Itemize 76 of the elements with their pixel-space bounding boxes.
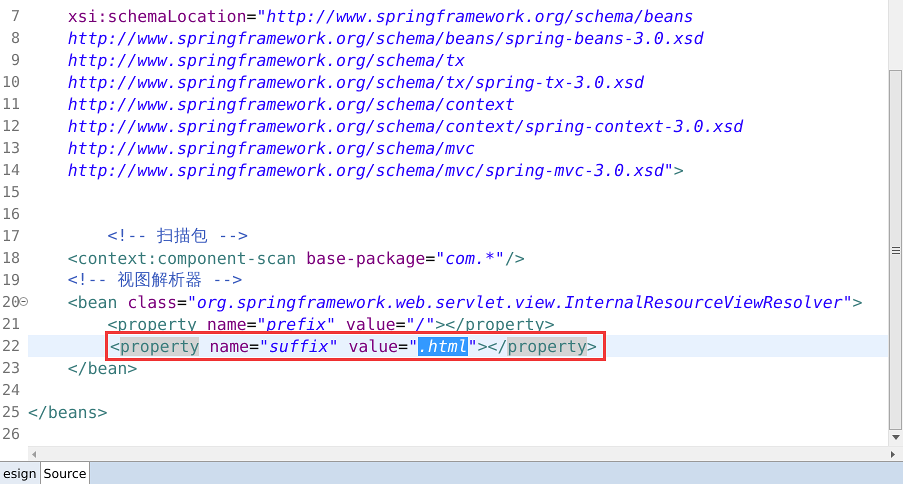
attribute-value: "prefix" — [256, 314, 336, 334]
attribute-name: value — [344, 314, 396, 334]
xml-comment: <!-- 视图解析器 --> — [66, 269, 242, 291]
occurrence-highlight: property — [507, 336, 587, 356]
xml-tag: <bean — [28, 292, 118, 312]
occurrence-highlight: property — [120, 336, 200, 356]
line-number: 10 — [2, 73, 20, 91]
xml-tag: > — [674, 160, 684, 180]
line-number: 20 — [2, 293, 20, 311]
line-number: 21 — [2, 315, 20, 333]
xml-tag: /> — [504, 248, 525, 268]
equals-sign: = — [246, 6, 256, 26]
attribute-name: name — [206, 314, 247, 334]
attribute-name: name — [208, 336, 250, 356]
attribute-value: http://www.springframework.org/schema/tx — [66, 50, 466, 70]
xml-tag: ></property> — [435, 314, 555, 334]
attribute-value: http://www.springframework.org/schema/context — [66, 94, 515, 114]
line-number: 23 — [2, 359, 20, 377]
line-number: 8 — [10, 29, 20, 47]
xml-tag: ></ — [478, 336, 508, 356]
collapse-icon[interactable] — [19, 297, 28, 306]
xml-tag: > — [586, 336, 597, 356]
line-number: 15 — [2, 183, 20, 201]
selected-text: .html — [418, 336, 468, 356]
vertical-scrollbar[interactable] — [888, 0, 903, 446]
equals-sign: = — [249, 336, 260, 356]
attribute-value: http://www.springframework.org/schema/context/spring-context-3.0.xsd — [66, 116, 744, 136]
attribute-value: "suffix" — [259, 336, 339, 356]
attribute-value: " — [408, 336, 418, 356]
line-number: 12 — [2, 117, 20, 135]
right-arrow-icon[interactable] — [891, 450, 895, 458]
line-number: 17 — [2, 227, 20, 245]
left-arrow-icon[interactable] — [32, 450, 36, 458]
attribute-value: http://www.springframework.org/schema/beans/spring-beans-3.0.xsd — [66, 28, 704, 48]
line-number: 9 — [10, 51, 20, 69]
line-number: 7 — [10, 7, 20, 25]
horizontal-scrollbar[interactable] — [28, 446, 903, 461]
line-number: 11 — [2, 95, 20, 113]
line-number: 25 — [2, 403, 20, 421]
editor-tab[interactable]: esign — [0, 462, 41, 484]
xml-tag: < — [110, 336, 120, 356]
equals-sign: = — [396, 314, 406, 334]
line-number: 13 — [2, 139, 20, 157]
attribute-value: "com.*" — [435, 248, 505, 268]
grip-icon — [892, 246, 900, 254]
attribute-name: xsi:schemaLocation — [66, 6, 247, 26]
line-number: 19 — [2, 271, 20, 289]
xml-tag: > — [852, 292, 862, 312]
xml-comment: <!-- 扫描包 --> — [106, 225, 248, 247]
attribute-name: class — [126, 292, 178, 312]
line-number: 26 — [2, 425, 20, 443]
attribute-value: "org.springframework.web.servlet.view.InternalResourceViewResolver" — [186, 292, 853, 312]
equals-sign: = — [177, 292, 187, 312]
attribute-value: "/" — [406, 314, 436, 334]
xml-tag: </bean> — [28, 358, 138, 378]
equals-sign: = — [398, 336, 408, 356]
equals-sign: = — [246, 314, 256, 334]
attribute-value: http://www.springframework.org/schema/tx/spring-tx-3.0.xsd — [66, 72, 644, 92]
down-arrow-icon[interactable] — [892, 435, 900, 440]
attribute-name: base-package — [305, 248, 426, 268]
editor-tab[interactable]: Source — [40, 462, 90, 484]
attribute-value: " — [468, 336, 478, 356]
line-number: 14 — [2, 161, 20, 179]
attribute-name: value — [347, 336, 398, 356]
attribute-value: http://www.springframework.org/schema/mvc/spring-mvc-3.0.xsd" — [66, 160, 674, 180]
line-number: 22 — [2, 337, 20, 355]
equals-sign: = — [425, 248, 436, 268]
attribute-value: http://www.springframework.org/schema/mvc — [66, 138, 476, 158]
attribute-value: "http://www.springframework.org/schema/beans — [256, 6, 694, 26]
line-number: 24 — [2, 381, 20, 399]
line-number: 16 — [2, 205, 20, 223]
xml-tag: <property — [28, 314, 197, 334]
xml-tag: <context:component-scan — [28, 248, 296, 268]
scrollbar-thumb[interactable] — [889, 70, 902, 430]
line-number: 18 — [2, 249, 20, 267]
xml-tag: </beans> — [28, 402, 108, 422]
